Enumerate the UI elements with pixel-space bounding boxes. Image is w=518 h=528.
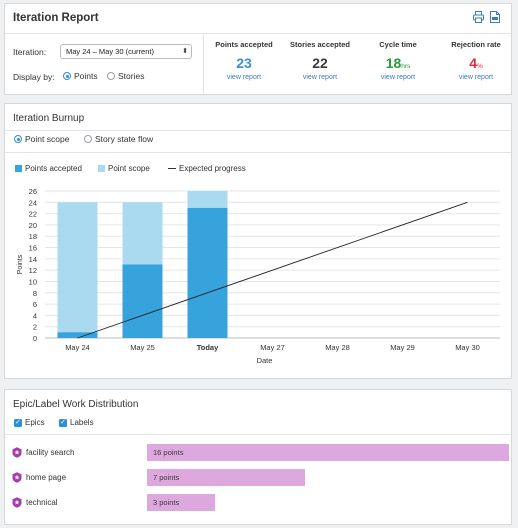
x-tick-label: May 29 xyxy=(390,343,415,352)
y-tick-label: 14 xyxy=(29,255,37,264)
point-scope-radio[interactable]: Point scope xyxy=(14,134,69,144)
view-report-link[interactable]: view report xyxy=(281,74,359,81)
view-report-link[interactable]: view report xyxy=(437,74,515,81)
metric-value: 18hrs xyxy=(385,55,411,71)
epic-badge-icon xyxy=(12,472,22,483)
divider xyxy=(5,152,511,153)
y-tick-label: 4 xyxy=(33,311,37,320)
radio-selected-icon xyxy=(14,135,22,143)
accepted-bar xyxy=(187,207,228,338)
y-tick-label: 16 xyxy=(29,244,37,253)
metric-rejection-rate: Rejection rate 4% view report xyxy=(437,40,515,81)
radio-unselected-icon xyxy=(84,135,92,143)
epic-badge-icon xyxy=(12,447,22,458)
divider xyxy=(5,130,511,131)
y-tick-label: 8 xyxy=(33,289,37,298)
metric-value: 4% xyxy=(469,55,483,71)
legend-point-scope: Point scope xyxy=(98,164,150,173)
divider xyxy=(5,434,511,435)
y-axis-label: Points xyxy=(17,254,24,274)
x-tick-label: May 28 xyxy=(325,343,350,352)
radio-selected-icon xyxy=(63,72,71,80)
legend-swatch xyxy=(98,165,105,172)
y-tick-label: 26 xyxy=(29,187,37,196)
select-arrows-icon: ⬍ xyxy=(182,48,188,55)
iteration-burnup-panel: Iteration Burnup Point scope Story state… xyxy=(4,103,512,379)
checkbox-checked-icon: ✓ xyxy=(59,418,67,427)
metric-value: 23 xyxy=(236,55,252,71)
y-tick-label: 24 xyxy=(29,198,37,207)
page-title: Iteration Report xyxy=(13,12,99,24)
view-report-link[interactable]: view report xyxy=(205,74,283,81)
epics-checkbox[interactable]: ✓ Epics xyxy=(14,418,45,427)
y-tick-label: 2 xyxy=(33,323,37,332)
x-tick-label: Today xyxy=(197,343,219,352)
metric-stories-accepted: Stories accepted 22 view report xyxy=(281,40,359,81)
csv-export-icon[interactable] xyxy=(490,11,501,23)
radio-unselected-icon xyxy=(107,72,115,80)
divider xyxy=(203,34,204,96)
burnup-chart: 02468101214161820222426PointsMay 24 May 2… xyxy=(17,187,500,365)
story-state-flow-radio[interactable]: Story state flow xyxy=(84,134,153,144)
iteration-select[interactable]: May 24 – May 30 (current) ⬍ xyxy=(60,44,192,59)
distribution-row[interactable]: home page 7 points xyxy=(5,467,511,489)
print-icon[interactable] xyxy=(473,11,484,23)
legend-expected-progress: Expected progress xyxy=(168,164,246,173)
metric-points-accepted: Points accepted 23 view report xyxy=(205,40,283,81)
display-points-label: Points xyxy=(74,71,98,81)
checkbox-checked-icon: ✓ xyxy=(14,418,22,427)
legend-swatch xyxy=(15,165,22,172)
epic-name: facility search xyxy=(26,448,75,457)
iteration-label: Iteration: xyxy=(13,47,47,57)
report-header: Iteration Report xyxy=(5,4,511,34)
y-tick-label: 6 xyxy=(33,300,37,309)
x-axis-label: Date xyxy=(257,356,273,365)
distribution-row[interactable]: facility search 16 points xyxy=(5,442,511,464)
accepted-bar xyxy=(122,264,163,338)
x-tick-label: May 27 xyxy=(260,343,285,352)
y-tick-label: 10 xyxy=(29,277,37,286)
points-bar: 7 points xyxy=(147,469,306,486)
x-tick-label: May 24 xyxy=(65,343,90,352)
display-stories-radio[interactable]: Stories xyxy=(107,71,144,81)
display-by-label: Display by: xyxy=(13,72,55,82)
iteration-select-value: May 24 – May 30 (current) xyxy=(66,47,154,56)
y-tick-label: 18 xyxy=(29,232,37,241)
x-tick-label: May 30 xyxy=(455,343,480,352)
points-bar: 3 points xyxy=(147,494,215,511)
epic-name: home page xyxy=(26,473,67,482)
y-tick-label: 0 xyxy=(33,334,37,343)
y-tick-label: 20 xyxy=(29,221,37,230)
display-points-radio[interactable]: Points xyxy=(63,71,98,81)
distribution-row[interactable]: technical 3 points xyxy=(5,492,511,514)
points-bar: 16 points xyxy=(147,444,509,461)
view-report-link[interactable]: view report xyxy=(359,74,437,81)
display-stories-label: Stories xyxy=(118,71,145,81)
burnup-title: Iteration Burnup xyxy=(13,113,85,124)
epic-badge-icon xyxy=(12,497,22,508)
legend-line-swatch xyxy=(168,168,176,169)
x-tick-label: May 25 xyxy=(130,343,155,352)
work-distribution-panel: Epic/Label Work Distribution ✓ Epics ✓ L… xyxy=(4,389,512,525)
y-tick-label: 12 xyxy=(29,266,37,275)
distribution-title: Epic/Label Work Distribution xyxy=(13,399,139,410)
metric-value: 22 xyxy=(312,55,328,71)
y-tick-label: 22 xyxy=(29,210,37,219)
labels-checkbox[interactable]: ✓ Labels xyxy=(59,418,94,427)
scope-bar xyxy=(57,202,98,338)
legend-points-accepted: Points accepted xyxy=(15,164,82,173)
epic-name: technical xyxy=(26,498,58,507)
iteration-report-panel: Iteration Report Iteration: May 24 – May… xyxy=(4,3,515,96)
metric-cycle-time: Cycle time 18hrs view report xyxy=(359,40,437,81)
